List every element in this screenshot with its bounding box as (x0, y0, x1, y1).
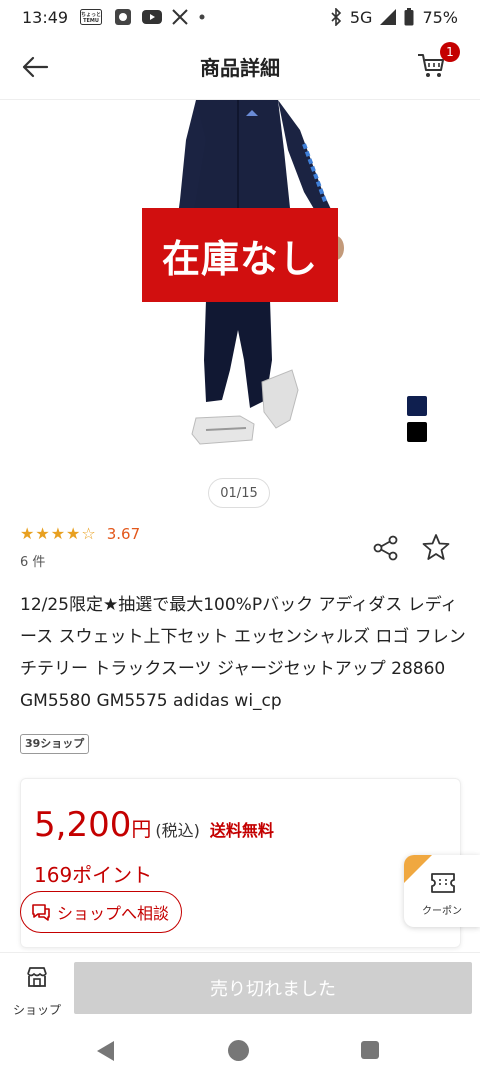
product-image[interactable]: 在庫なし (0, 100, 480, 460)
rating-value: 3.67 (106, 524, 141, 543)
star-outline-icon (422, 534, 450, 560)
cart-button[interactable]: 1 (416, 42, 460, 84)
review-count[interactable]: 6 件 (20, 551, 45, 570)
rating-stars: ★★★★☆ (20, 524, 97, 543)
shop-tab-label: ショップ (12, 1003, 61, 1017)
coupon-button[interactable]: クーポン (404, 855, 480, 927)
product-title: 12/25限定★抽選で最大100%Pバック アディダス レディース スウェット上… (20, 595, 466, 711)
shop-tab-button[interactable]: ショップ (8, 963, 66, 1019)
chat-icon (32, 904, 50, 921)
screen: 13:49 ちょっと TEMU 5G 75% 商品詳細 1 在庫なし 01/15… (0, 0, 480, 1080)
color-swatch-black[interactable] (407, 422, 427, 442)
shop-icon (27, 967, 47, 987)
shop-consult-label: ショップへ相談 (57, 904, 170, 923)
share-button[interactable] (372, 534, 400, 562)
nav-recents-icon[interactable] (361, 1041, 379, 1059)
nav-home-icon[interactable] (228, 1040, 249, 1061)
page-title: 商品詳細 (200, 56, 280, 80)
shop-badge: 39ショップ (20, 734, 90, 754)
nav-back-icon[interactable] (96, 1040, 116, 1062)
signal-icon (380, 9, 397, 25)
points-label: 169ポイント (34, 863, 153, 887)
image-page-indicator: 01/15 (208, 478, 270, 508)
app-header: 商品詳細 1 (0, 34, 480, 100)
price-line: 5,200 円 (税込) 送料無料 (34, 805, 274, 845)
network-label: 5G (349, 7, 373, 27)
price-amount: 5,200 (34, 805, 132, 845)
coupon-icon (431, 873, 455, 893)
x-icon (172, 9, 188, 25)
temu-notification-icon: ちょっと TEMU (78, 9, 104, 25)
price-card: 5,200 円 (税込) 送料無料 169ポイント ショップへ相談 (20, 778, 461, 948)
bottom-action-bar: ショップ 売り切れました (0, 952, 480, 1022)
more-dot-icon (198, 13, 206, 21)
coupon-label: クーポン (422, 906, 462, 917)
sold-out-button: 売り切れました (74, 962, 472, 1014)
rating-row[interactable]: ★★★★☆ 3.67 (20, 524, 140, 543)
free-shipping-label: 送料無料 (209, 821, 274, 840)
gallery-icon (114, 8, 132, 26)
price-tax-label: (税込) (155, 821, 200, 840)
shop-consult-button[interactable]: ショップへ相談 (20, 891, 183, 933)
color-swatch-navy[interactable] (407, 396, 427, 416)
arrow-left-icon (22, 56, 49, 78)
system-nav-bar (0, 1022, 480, 1080)
coupon-corner-ribbon (404, 855, 432, 883)
back-button[interactable] (18, 50, 52, 84)
battery-percent: 75% (422, 7, 458, 27)
share-icon (373, 535, 398, 561)
battery-icon (404, 8, 414, 26)
youtube-icon (142, 9, 163, 25)
svg-text:ちょっと: ちょっと (81, 11, 101, 18)
favorite-button[interactable] (422, 533, 450, 561)
status-bar: 13:49 ちょっと TEMU 5G 75% (0, 0, 480, 34)
cart-badge: 1 (440, 42, 460, 62)
out-of-stock-overlay: 在庫なし (142, 208, 338, 302)
price-yen: 円 (131, 817, 152, 841)
svg-text:TEMU: TEMU (83, 18, 99, 24)
bluetooth-icon (330, 8, 342, 26)
status-time: 13:49 (22, 7, 69, 27)
